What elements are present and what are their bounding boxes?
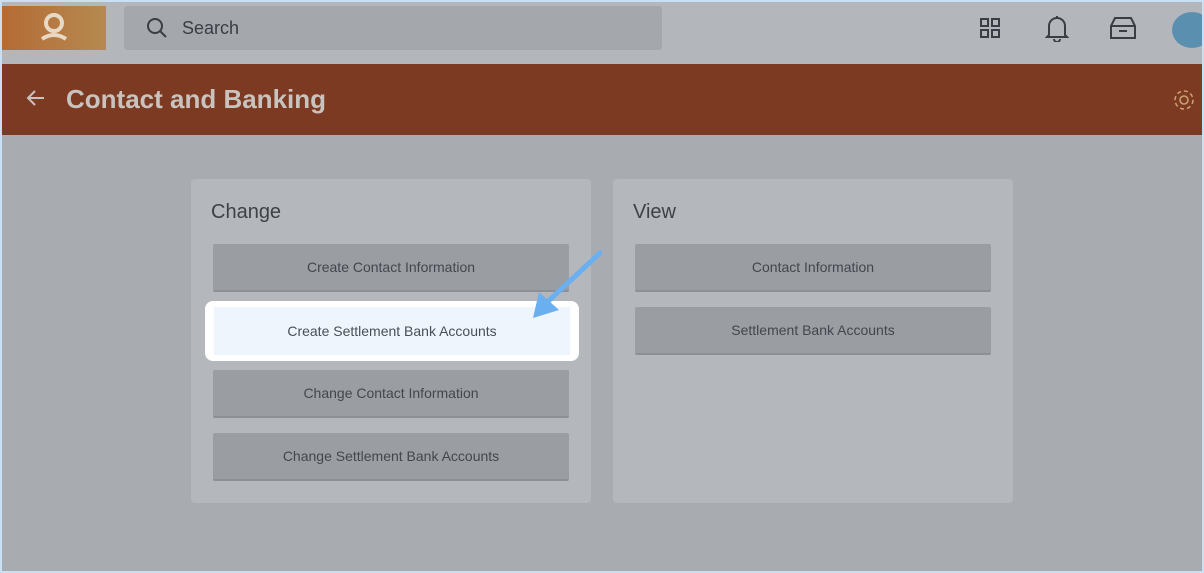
search-input[interactable]: Search — [124, 6, 662, 50]
logo-icon — [40, 13, 68, 41]
avatar[interactable] — [1172, 12, 1204, 48]
settlement-bank-accounts-button[interactable]: Settlement Bank Accounts — [635, 307, 991, 355]
change-settlement-bank-accounts-button[interactable]: Change Settlement Bank Accounts — [213, 433, 569, 481]
create-settlement-bank-accounts-button[interactable]: Create Settlement Bank Accounts — [214, 307, 570, 355]
contact-information-button[interactable]: Contact Information — [635, 244, 991, 292]
view-heading: View — [633, 201, 676, 223]
apps-grid-icon[interactable] — [980, 18, 1000, 38]
top-bar: Search — [0, 0, 1204, 64]
change-contact-information-button[interactable]: Change Contact Information — [213, 370, 569, 418]
search-placeholder: Search — [182, 17, 240, 38]
change-heading: Change — [211, 201, 282, 223]
logo[interactable] — [2, 6, 106, 50]
back-arrow-icon[interactable] — [24, 86, 48, 110]
page-header: Contact and Banking — [2, 64, 1204, 135]
view-card: View Contact Information Settlement Bank… — [613, 179, 1013, 503]
pointer-arrow-icon — [533, 250, 603, 318]
search-icon — [147, 18, 167, 38]
create-contact-information-button[interactable]: Create Contact Information — [213, 244, 569, 292]
highlight-box: Create Settlement Bank Accounts — [205, 301, 579, 361]
bell-icon[interactable] — [1045, 14, 1069, 42]
inbox-icon[interactable] — [1109, 16, 1137, 40]
gear-icon[interactable] — [1172, 88, 1196, 112]
page-title: Contact and Banking — [66, 84, 327, 114]
